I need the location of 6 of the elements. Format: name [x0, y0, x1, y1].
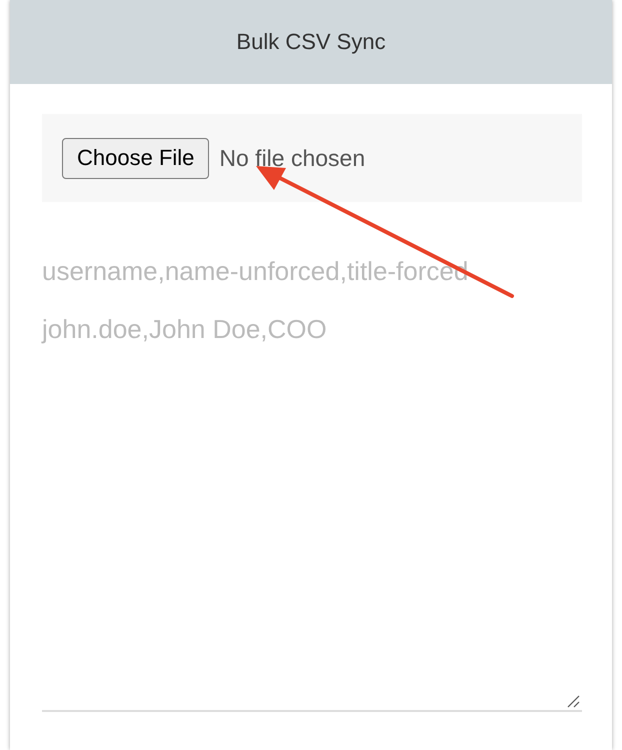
file-status-text: No file chosen: [219, 144, 366, 172]
placeholder-text: username,name-unforced,title-forced: [42, 255, 468, 288]
placeholder-text: john.doe,John Doe,COO: [42, 313, 327, 346]
choose-file-button[interactable]: Choose File: [62, 138, 210, 178]
dialog-title: Bulk CSV Sync: [236, 29, 386, 55]
resize-handle-icon[interactable]: [566, 694, 580, 708]
